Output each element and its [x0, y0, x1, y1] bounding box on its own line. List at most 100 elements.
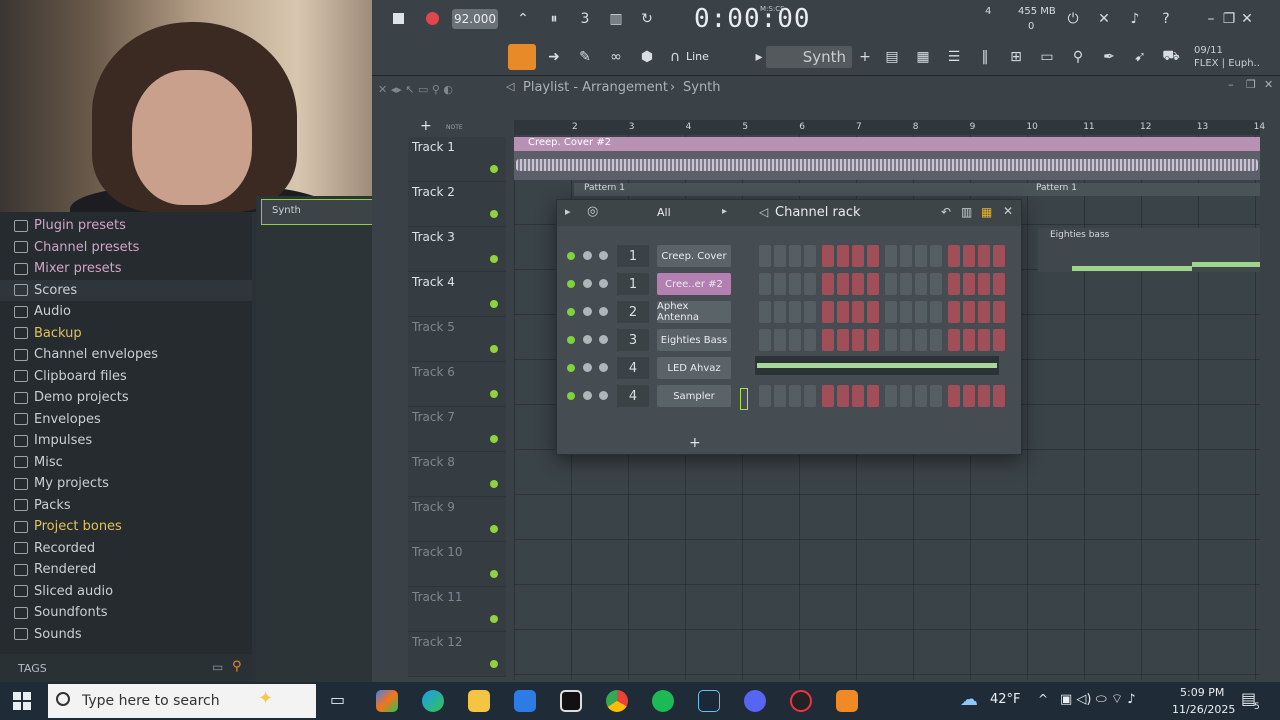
step-button[interactable]: [804, 385, 816, 407]
pan-knob[interactable]: [583, 279, 592, 288]
weather-icon[interactable]: ☁: [960, 689, 978, 710]
discord-icon[interactable]: [744, 690, 766, 712]
step-button[interactable]: [978, 245, 990, 267]
taskbar-search-box[interactable]: Type here to search: [48, 684, 316, 718]
step-button[interactable]: [900, 329, 912, 351]
step-button[interactable]: [789, 329, 801, 351]
plugin-icon[interactable]: ⚲: [1067, 46, 1089, 68]
filter-arrow-icon[interactable]: ▸: [722, 206, 727, 217]
mixer-track-number[interactable]: 4: [617, 357, 649, 379]
copilot-icon[interactable]: [376, 690, 398, 712]
step-button[interactable]: [837, 329, 849, 351]
audio-clip[interactable]: Creep. Cover #2: [514, 137, 1260, 180]
step-button[interactable]: [759, 329, 771, 351]
sparkle-icon[interactable]: ✦: [258, 688, 273, 709]
step-button[interactable]: [837, 245, 849, 267]
step-button[interactable]: [900, 273, 912, 295]
channel-name-button[interactable]: Cree..er #2: [657, 273, 731, 295]
clock-time[interactable]: 5:09 PM: [1180, 686, 1224, 699]
note-mode-label[interactable]: NOTE: [446, 124, 463, 131]
snap-mode[interactable]: Line: [686, 50, 709, 63]
power-icon[interactable]: ⏻: [1062, 8, 1084, 30]
step-button[interactable]: [837, 385, 849, 407]
step-button[interactable]: [900, 301, 912, 323]
mixer-track-number[interactable]: 2: [617, 301, 649, 323]
track-mute-led[interactable]: [490, 615, 498, 623]
undo-icon[interactable]: ↶: [941, 205, 951, 219]
browser-item[interactable]: Project bones: [14, 516, 122, 537]
step-button[interactable]: [837, 301, 849, 323]
channel-name-button[interactable]: Aphex Antenna: [657, 301, 731, 323]
track-header[interactable]: Track 5: [408, 317, 506, 362]
step-button[interactable]: [789, 385, 801, 407]
track-header[interactable]: Track 3: [408, 227, 506, 272]
browser-item[interactable]: Packs: [14, 495, 71, 516]
arrow-right-icon[interactable]: ➜: [543, 46, 565, 68]
mixer-track-number[interactable]: 3: [617, 329, 649, 351]
channel-mute-led[interactable]: [567, 280, 575, 288]
volume-knob[interactable]: [599, 279, 608, 288]
obs-icon[interactable]: [790, 690, 812, 712]
step-button[interactable]: [774, 329, 786, 351]
clock-date[interactable]: 11/26/2025: [1172, 703, 1235, 716]
step-button[interactable]: [759, 245, 771, 267]
speaker-icon[interactable]: ◁: [506, 80, 514, 93]
pattern-selector[interactable]: Synth: [766, 46, 852, 68]
microphone-icon[interactable]: ♪: [1124, 8, 1146, 30]
pan-knob[interactable]: [583, 363, 592, 372]
channel-name-button[interactable]: Creep. Cover: [657, 245, 731, 267]
track-mute-led[interactable]: [490, 435, 498, 443]
step-button[interactable]: [948, 273, 960, 295]
step-button[interactable]: [930, 329, 942, 351]
step-button[interactable]: [837, 273, 849, 295]
wait-input-icon[interactable]: ⏸: [543, 8, 565, 30]
search-icon[interactable]: ⚲: [232, 659, 242, 674]
track-header[interactable]: Track 10: [408, 542, 506, 587]
tools-icon[interactable]: ✕: [1093, 8, 1115, 30]
tray-icons[interactable]: ▣ ◁) ⬭ ⌔ ♪: [1060, 691, 1136, 707]
rack-options-icon[interactable]: ▸: [565, 205, 571, 218]
step-button[interactable]: [822, 329, 834, 351]
step-button[interactable]: [804, 301, 816, 323]
rack-speaker-icon[interactable]: ◁: [759, 205, 768, 219]
metronome-icon[interactable]: ⌃: [512, 8, 534, 30]
channel-name-button[interactable]: LED Ahvaz: [657, 357, 731, 379]
step-button[interactable]: [759, 273, 771, 295]
step-button[interactable]: [822, 273, 834, 295]
channel-mute-led[interactable]: [567, 252, 575, 260]
channel-mute-led[interactable]: [567, 336, 575, 344]
sampler-selector[interactable]: [740, 388, 748, 410]
step-button[interactable]: [993, 329, 1005, 351]
browser-item[interactable]: Backup: [14, 323, 82, 344]
track-header[interactable]: Track 2: [408, 182, 506, 227]
step-button[interactable]: [867, 385, 879, 407]
pan-knob[interactable]: [583, 391, 592, 400]
browser-item[interactable]: Audio: [14, 301, 71, 322]
browser-item[interactable]: Scores: [0, 279, 252, 301]
step-button[interactable]: [885, 329, 897, 351]
steam-icon[interactable]: [698, 690, 720, 712]
step-button[interactable]: [993, 245, 1005, 267]
chrome-icon[interactable]: [606, 690, 628, 712]
step-button[interactable]: [822, 301, 834, 323]
step-button[interactable]: [867, 329, 879, 351]
loop-record-icon[interactable]: ↻: [636, 8, 658, 30]
record-button[interactable]: [426, 12, 439, 25]
step-button[interactable]: [993, 273, 1005, 295]
step-button[interactable]: [804, 273, 816, 295]
track-header[interactable]: Track 1: [408, 137, 506, 182]
browser-item[interactable]: Recorded: [14, 538, 95, 559]
stop-button[interactable]: [393, 13, 404, 24]
track-header[interactable]: Track 8: [408, 452, 506, 497]
step-button[interactable]: [948, 329, 960, 351]
step-button[interactable]: [822, 385, 834, 407]
rack-close-icon[interactable]: ✕: [1003, 204, 1013, 218]
playlist-close-icon[interactable]: ✕: [1264, 78, 1273, 91]
track-mute-led[interactable]: [490, 480, 498, 488]
step-button[interactable]: [852, 301, 864, 323]
edge-icon[interactable]: [422, 690, 444, 712]
help-icon[interactable]: ?: [1155, 8, 1177, 30]
rack-swing-icon[interactable]: ◎: [587, 204, 598, 219]
tune-icon[interactable]: ✒: [1098, 46, 1120, 68]
step-button[interactable]: [915, 273, 927, 295]
